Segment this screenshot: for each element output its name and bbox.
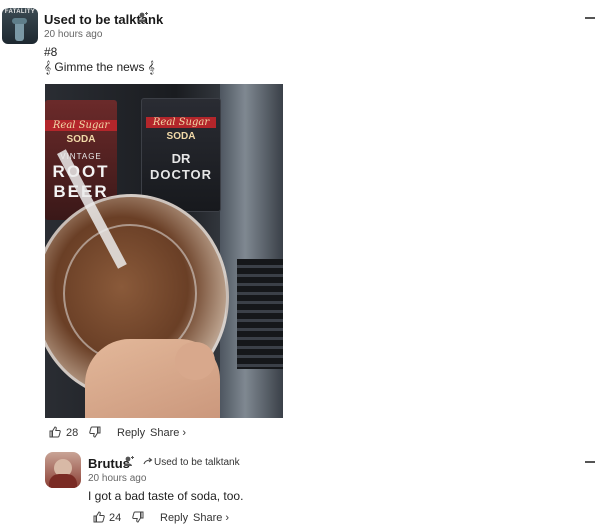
label-real-sugar: Real Sugar: [146, 117, 216, 128]
soda-panel-dr-doctor: Real Sugar SODA DR DOCTOR: [141, 98, 221, 212]
comment-line-1: #8: [44, 45, 58, 59]
dislike-icon[interactable]: [89, 426, 101, 438]
reply-button[interactable]: Reply: [117, 427, 145, 439]
timestamp: 20 hours ago: [88, 473, 147, 484]
label-soda: SODA: [66, 134, 96, 145]
member-badge-icon: [123, 455, 135, 467]
like-icon[interactable]: [49, 426, 61, 438]
label-dr: DR: [171, 151, 191, 166]
reply-arrow-icon: [143, 457, 153, 466]
collapse-button[interactable]: [585, 461, 595, 463]
dislike-icon[interactable]: [132, 511, 144, 523]
comment-line-2: 𝄞 Gimme the news 𝄞: [44, 60, 155, 74]
comment-photo[interactable]: Real Sugar SODA VINTAGE ROOT BEER Real S…: [45, 84, 283, 418]
like-count: 24: [109, 512, 122, 524]
avatar-brutus[interactable]: [45, 452, 81, 488]
label-soda: SODA: [166, 131, 196, 142]
reply-text: I got a bad taste of soda, too.: [88, 489, 244, 503]
label-doctor: DOCTOR: [149, 167, 213, 182]
member-badge-icon: [137, 11, 149, 23]
share-button[interactable]: Share ›: [150, 427, 186, 439]
avatar-talktank[interactable]: FATALITY: [2, 8, 38, 44]
replying-to[interactable]: Used to be talktank: [154, 457, 240, 468]
avatar-text: FATALITY: [4, 9, 36, 15]
share-button[interactable]: Share ›: [193, 512, 229, 524]
reply-button[interactable]: Reply: [160, 512, 188, 524]
like-count: 28: [66, 427, 79, 439]
like-icon[interactable]: [93, 511, 105, 523]
timestamp: 20 hours ago: [44, 29, 103, 40]
collapse-button[interactable]: [585, 17, 595, 19]
label-real-sugar: Real Sugar: [45, 120, 117, 131]
